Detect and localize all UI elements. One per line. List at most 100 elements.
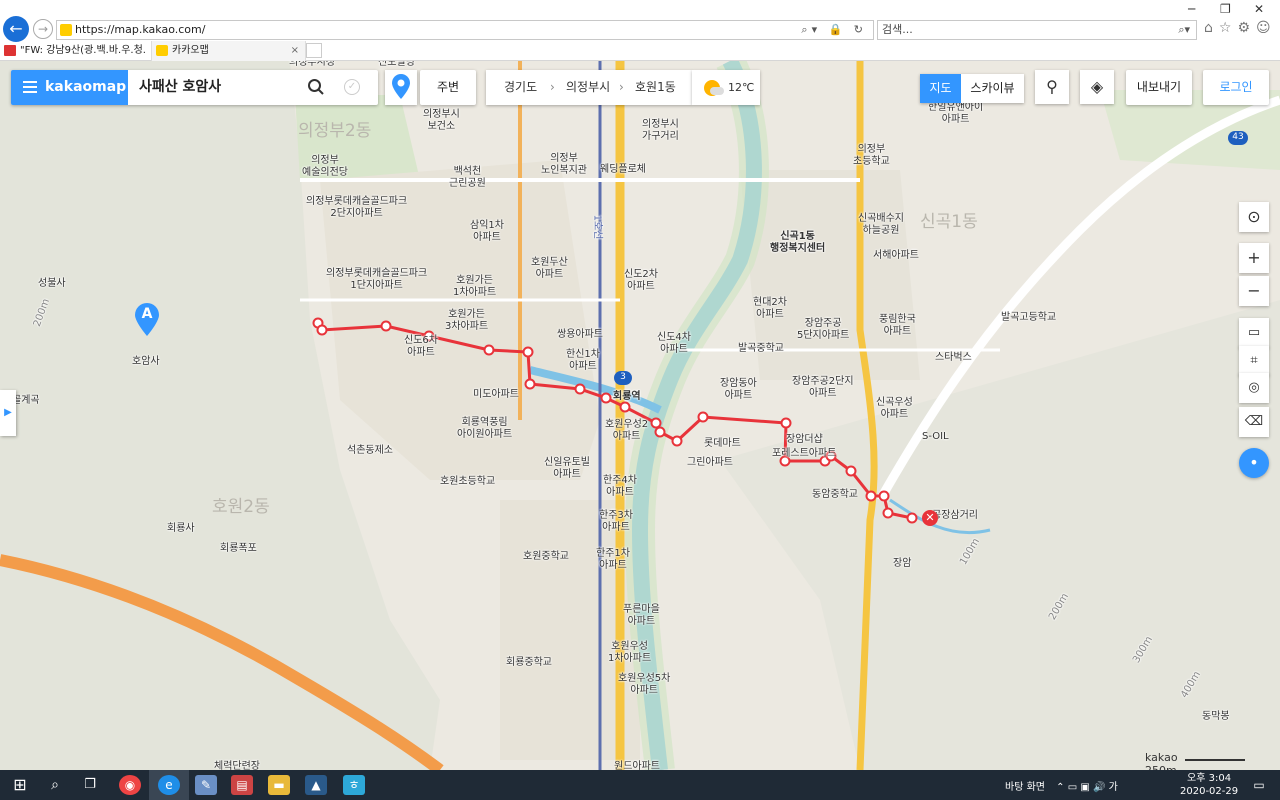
- check-icon[interactable]: ✓: [344, 79, 360, 95]
- breadcrumb-item[interactable]: 경기도: [504, 70, 537, 105]
- kakaomap-favicon-icon: [156, 45, 168, 56]
- search-icon[interactable]: ⌕▾: [1178, 21, 1190, 39]
- route-waypoint[interactable]: [380, 320, 392, 332]
- photos-icon[interactable]: ▲: [305, 775, 327, 795]
- nearby-button[interactable]: 주변: [420, 70, 476, 105]
- app-icon[interactable]: ▤: [231, 775, 253, 795]
- kakaomap-logo[interactable]: kakaomap: [11, 70, 128, 105]
- map-label: 석촌동제소: [347, 445, 393, 456]
- my-location-button[interactable]: [385, 70, 417, 105]
- tab-kakaomap[interactable]: 카카오맵 ×: [152, 41, 306, 61]
- map-label: 호원중학교: [523, 551, 569, 562]
- start-marker-a[interactable]: A: [133, 303, 161, 337]
- route-waypoint[interactable]: [650, 417, 662, 429]
- area-measure-icon[interactable]: ⌗: [1239, 346, 1269, 376]
- route-waypoint[interactable]: [522, 346, 534, 358]
- compass-icon[interactable]: ◎: [1239, 373, 1269, 403]
- layers-icon[interactable]: ◈: [1080, 70, 1114, 104]
- route-waypoint[interactable]: [865, 490, 877, 502]
- map-label: 호원가든 3차아파트: [445, 309, 489, 332]
- route-waypoint[interactable]: [600, 392, 612, 404]
- route-waypoint[interactable]: [906, 512, 918, 524]
- map-label: 현대2차 아파트: [753, 297, 787, 320]
- route-waypoint[interactable]: [878, 490, 890, 502]
- route-waypoint[interactable]: [671, 435, 683, 447]
- desktop-label[interactable]: 바탕 화면: [1005, 782, 1045, 793]
- route-waypoint[interactable]: [780, 417, 792, 429]
- minimize-icon[interactable]: ─: [1188, 2, 1195, 16]
- login-button[interactable]: 로그인: [1203, 70, 1269, 105]
- close-icon[interactable]: ✕: [1254, 2, 1264, 16]
- weather-widget[interactable]: 12℃: [692, 70, 760, 105]
- map-label: 성불사: [38, 278, 66, 289]
- map-canvas[interactable]: 의정부시청 신도빌딩 의정부2동 의정부시 보건소 의정부 예술의전당 백석천 …: [0, 61, 1280, 770]
- menu-icon[interactable]: [23, 81, 37, 83]
- browser-search-box[interactable]: 검색... ⌕▾: [877, 20, 1197, 40]
- windows-start-icon[interactable]: ⊞: [9, 775, 31, 795]
- search-placeholder: 검색...: [882, 23, 913, 36]
- search-input[interactable]: 사패산 호암사: [139, 70, 221, 105]
- notification-icon[interactable]: ▭: [1248, 775, 1270, 795]
- breadcrumb: 경기도 › 의정부시 › 호원1동: [486, 70, 692, 105]
- route-waypoint[interactable]: [845, 465, 857, 477]
- map-type-map[interactable]: 지도: [920, 74, 961, 103]
- paint-icon[interactable]: ✎: [195, 775, 217, 795]
- search-icon[interactable]: ⌕: [44, 775, 66, 795]
- task-view-icon[interactable]: ❐: [79, 775, 101, 795]
- map-label: 호암사: [132, 356, 160, 367]
- route-waypoint[interactable]: [697, 411, 709, 423]
- eraser-icon[interactable]: ⌫: [1239, 407, 1269, 437]
- internet-explorer-icon[interactable]: e: [158, 775, 180, 795]
- tray-icons[interactable]: ⌃ ▭ ▣ 🔊 가: [1056, 782, 1118, 793]
- address-bar-icons[interactable]: ⌕▾ 🔒 ↻: [801, 21, 867, 39]
- map-label: 의정부시 가구거리: [642, 119, 679, 142]
- breadcrumb-item[interactable]: 호원1동: [635, 70, 676, 105]
- zoom-in-icon[interactable]: +: [1239, 243, 1269, 273]
- new-tab-button[interactable]: [306, 43, 322, 58]
- route-waypoint[interactable]: [316, 324, 328, 336]
- map-label: 회룡중학교: [506, 657, 552, 668]
- scale-brand: kakao: [1145, 751, 1178, 764]
- breadcrumb-item[interactable]: 의정부시: [566, 70, 610, 105]
- file-explorer-icon[interactable]: ▬: [268, 775, 290, 795]
- route-waypoint[interactable]: [654, 426, 666, 438]
- route-waypoint[interactable]: [524, 378, 536, 390]
- chrome-icon[interactable]: ◉: [119, 775, 141, 795]
- browser-tool-icons[interactable]: ⌂☆⚙☺: [1204, 20, 1277, 36]
- scale-bar: kakao 250m: [1145, 751, 1280, 770]
- map-label: 의정부 초등학교: [853, 144, 890, 167]
- map-label: 공장삼거리: [932, 510, 978, 521]
- tab-close-icon[interactable]: ×: [291, 41, 299, 60]
- end-marker-x-icon[interactable]: ✕: [922, 510, 938, 526]
- map-label: 미도아파트: [473, 389, 519, 400]
- ruler-icon[interactable]: ▭: [1239, 318, 1269, 348]
- tab-email[interactable]: "FW: 강남9산(광.백.바.우.청.우...: [0, 41, 152, 75]
- back-arrow-icon[interactable]: ←: [3, 16, 29, 42]
- map-label: 롯데마트: [704, 438, 741, 449]
- location-pin-icon[interactable]: •: [1239, 448, 1269, 478]
- address-bar[interactable]: https://map.kakao.com/ ⌕▾ 🔒 ↻: [56, 20, 874, 40]
- map-label: 호원우성 1차아파트: [608, 641, 652, 664]
- map-label: 호원두산 아파트: [531, 257, 568, 280]
- export-button[interactable]: 내보내기: [1126, 70, 1192, 105]
- map-type-skyview[interactable]: 스카이뷰: [961, 74, 1024, 103]
- locate-me-icon[interactable]: ⊙: [1239, 202, 1269, 232]
- time: 오후 3:04: [1187, 773, 1232, 784]
- route-waypoint[interactable]: [483, 344, 495, 356]
- forward-arrow-icon[interactable]: →: [33, 19, 53, 39]
- pin-marker-icon[interactable]: ⚲: [1035, 70, 1069, 104]
- district-label: 호원2동: [212, 497, 270, 517]
- hangul-app-icon[interactable]: ㅎ: [343, 775, 365, 795]
- map-label: 장암동아 아파트: [720, 378, 757, 401]
- map-label: 신곡1동 행정복지센터: [770, 231, 826, 254]
- route-waypoint[interactable]: [882, 507, 894, 519]
- search-icon[interactable]: [307, 78, 325, 96]
- side-panel-toggle-icon[interactable]: ▶: [0, 390, 16, 436]
- route-waypoint[interactable]: [574, 383, 586, 395]
- route-waypoint[interactable]: [619, 401, 631, 413]
- restore-icon[interactable]: ❐: [1220, 2, 1231, 16]
- map-label: S-OIL: [922, 431, 949, 442]
- zoom-out-icon[interactable]: −: [1239, 276, 1269, 306]
- district-label: 신곡1동: [920, 212, 978, 232]
- clock[interactable]: 오후 3:04 2020-02-29: [1180, 772, 1238, 798]
